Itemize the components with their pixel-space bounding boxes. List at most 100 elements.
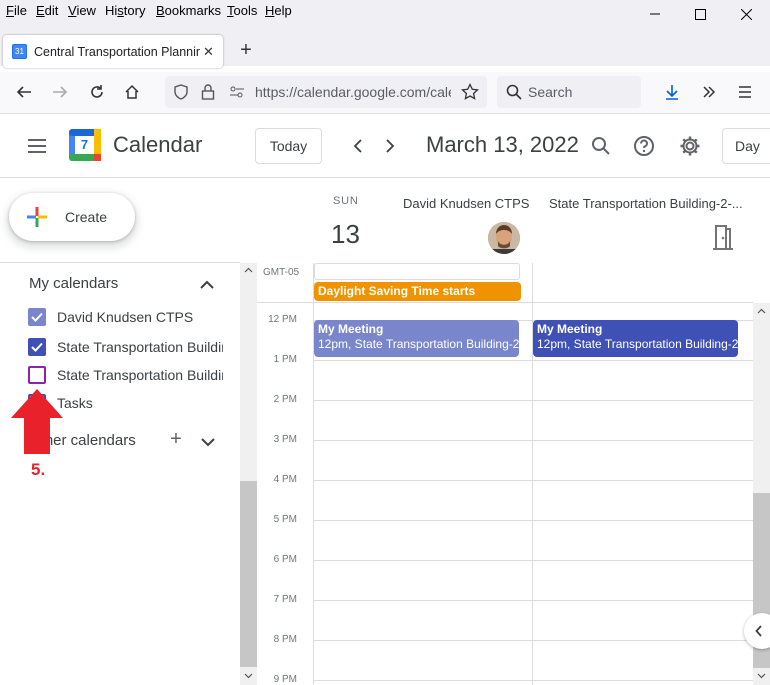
today-button[interactable]: Today bbox=[255, 128, 322, 164]
menu-bookmarks[interactable]: Bookmarks bbox=[156, 3, 221, 18]
hour-label: 2 PM bbox=[273, 394, 297, 405]
previous-day-button[interactable] bbox=[346, 134, 370, 158]
chevron-down-icon bbox=[201, 438, 215, 447]
calendar-item-label: State Transportation Building-2-... bbox=[57, 367, 223, 383]
search-icon bbox=[592, 137, 610, 155]
menu-file[interactable]: File bbox=[6, 3, 27, 18]
reload-button[interactable] bbox=[85, 80, 109, 104]
back-arrow-icon bbox=[16, 86, 31, 98]
my-calendars-toggle[interactable] bbox=[200, 277, 216, 291]
bookmark-star-icon[interactable] bbox=[461, 83, 479, 101]
create-label: Create bbox=[65, 209, 108, 225]
create-button[interactable]: Create bbox=[9, 193, 135, 241]
all-day-event[interactable]: Daylight Saving Time starts bbox=[314, 282, 521, 301]
all-day-slot[interactable] bbox=[314, 263, 520, 280]
menu-history[interactable]: History bbox=[105, 3, 145, 18]
add-other-calendar-button[interactable]: + bbox=[167, 429, 185, 449]
chevron-up-icon bbox=[200, 280, 214, 289]
day-abbr: SUN bbox=[333, 195, 359, 207]
hour-label: 9 PM bbox=[273, 674, 297, 685]
sidebar-scrollbar[interactable] bbox=[240, 263, 257, 685]
hour-line bbox=[313, 600, 753, 601]
annotation-label: 5. bbox=[31, 460, 46, 479]
browser-tab[interactable]: 31 Central Transportation Planning ✕ bbox=[3, 35, 223, 68]
menu-edit[interactable]: Edit bbox=[36, 3, 58, 18]
event-my-meeting-david[interactable]: My Meeting 12pm, State Transportation Bu… bbox=[314, 320, 519, 357]
help-icon bbox=[634, 136, 654, 156]
overflow-button[interactable] bbox=[697, 80, 721, 104]
day-number[interactable]: 13 bbox=[331, 219, 360, 250]
scroll-down-icon[interactable] bbox=[757, 673, 766, 679]
main-menu-button[interactable] bbox=[25, 134, 49, 158]
event-my-meeting-building[interactable]: My Meeting 12pm, State Transportation Bu… bbox=[533, 320, 738, 357]
url-text: https://calendar.google.com/calendar bbox=[255, 84, 451, 100]
menu-tools[interactable]: Tools bbox=[227, 3, 257, 18]
other-calendars-toggle[interactable] bbox=[201, 434, 217, 448]
calendar-item-david[interactable]: David Knudsen CTPS bbox=[28, 305, 223, 329]
tab-close-icon[interactable]: ✕ bbox=[203, 44, 214, 60]
reload-icon bbox=[91, 85, 103, 98]
view-selector[interactable]: Day bbox=[722, 128, 770, 164]
calendar-checkbox[interactable] bbox=[28, 338, 46, 356]
calendar-checkbox[interactable] bbox=[28, 308, 46, 326]
search-button[interactable] bbox=[589, 134, 613, 158]
lock-icon bbox=[201, 84, 215, 100]
my-calendars-title[interactable]: My calendars bbox=[29, 275, 118, 292]
settings-button[interactable] bbox=[678, 134, 702, 158]
hour-label: 5 PM bbox=[273, 514, 297, 525]
all-day-divider bbox=[257, 302, 753, 303]
column-header-david: David Knudsen CTPS bbox=[403, 196, 530, 211]
gear-icon bbox=[680, 136, 700, 156]
plus-icon bbox=[27, 207, 47, 227]
calendar-header: 7 Calendar Today March 13, 2022 Day bbox=[0, 115, 770, 178]
double-chevron-icon bbox=[703, 86, 716, 98]
hour-label: 1 PM bbox=[273, 354, 297, 365]
hour-label: 8 PM bbox=[273, 634, 297, 645]
tab-title: Central Transportation Planning bbox=[34, 44, 200, 59]
scroll-down-icon[interactable] bbox=[244, 673, 253, 679]
back-button[interactable] bbox=[12, 80, 36, 104]
avatar bbox=[488, 222, 520, 254]
navigation-bar: https://calendar.google.com/calendar Sea… bbox=[0, 72, 770, 114]
scroll-up-icon[interactable] bbox=[757, 308, 766, 314]
calendar-item-building-1[interactable]: State Transportation Building-2-... bbox=[28, 335, 223, 359]
chevron-left-icon bbox=[353, 139, 362, 153]
search-placeholder: Search bbox=[528, 84, 573, 100]
timezone-label: GMT-05 bbox=[263, 267, 300, 278]
calendar-item-label: Tasks bbox=[57, 395, 93, 411]
calendar-item-building-2[interactable]: State Transportation Building-2-... bbox=[28, 363, 223, 387]
help-button[interactable] bbox=[632, 134, 656, 158]
hour-line bbox=[313, 640, 753, 641]
home-button[interactable] bbox=[120, 80, 144, 104]
next-day-button[interactable] bbox=[378, 134, 402, 158]
menu-help[interactable]: Help bbox=[265, 3, 292, 18]
hamburger-icon bbox=[28, 139, 46, 153]
forward-button[interactable] bbox=[48, 80, 72, 104]
calendar-item-label: David Knudsen CTPS bbox=[57, 309, 194, 325]
calendar-checkbox[interactable] bbox=[28, 366, 46, 384]
search-icon bbox=[506, 84, 522, 100]
url-bar[interactable]: https://calendar.google.com/calendar bbox=[165, 76, 487, 108]
event-detail: 12pm, State Transportation Building-2 bbox=[537, 337, 738, 351]
app-title: Calendar bbox=[113, 132, 203, 157]
forward-arrow-icon bbox=[53, 86, 68, 98]
hour-label: 12 PM bbox=[268, 314, 297, 325]
search-bar[interactable]: Search bbox=[497, 76, 641, 108]
scroll-up-icon[interactable] bbox=[244, 267, 253, 273]
app-menu-button[interactable] bbox=[733, 80, 757, 104]
date-title: March 13, 2022 bbox=[426, 132, 579, 157]
hour-line bbox=[313, 400, 753, 401]
event-title: My Meeting bbox=[537, 322, 603, 336]
plus-icon: + bbox=[240, 38, 252, 61]
menu-view[interactable]: View bbox=[68, 3, 96, 18]
side-panel-toggle[interactable] bbox=[744, 613, 770, 649]
calendar-item-label: State Transportation Building-2-... bbox=[57, 339, 223, 355]
check-icon bbox=[31, 342, 43, 352]
new-tab-button[interactable]: + bbox=[236, 38, 256, 61]
logo-day: 7 bbox=[80, 137, 89, 152]
hour-label: 3 PM bbox=[273, 434, 297, 445]
hour-label: 7 PM bbox=[273, 594, 297, 605]
annotation-arrow-icon bbox=[11, 389, 63, 454]
scroll-thumb[interactable] bbox=[240, 481, 257, 667]
downloads-button[interactable] bbox=[660, 80, 684, 104]
